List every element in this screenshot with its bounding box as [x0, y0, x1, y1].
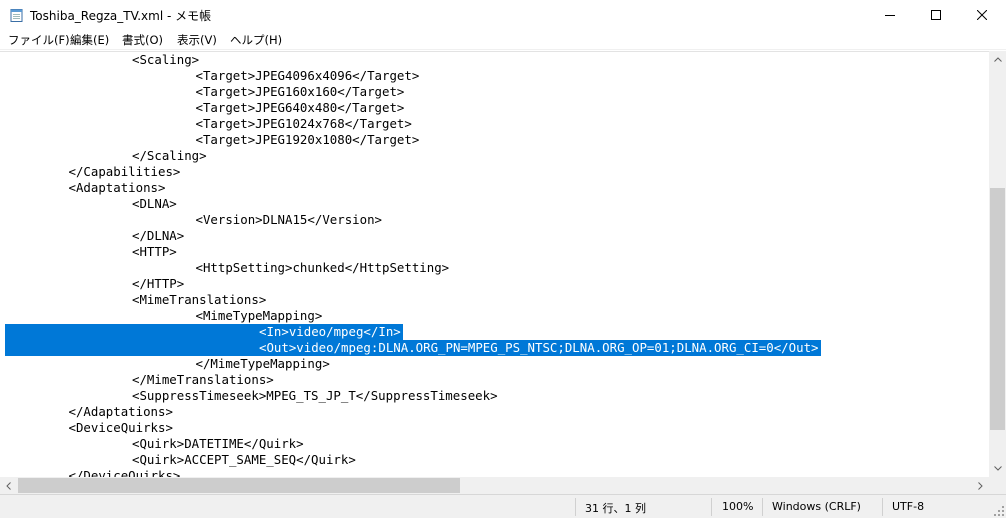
text-line[interactable]: <DeviceQuirks> — [69, 420, 173, 436]
minimize-button[interactable] — [867, 0, 913, 30]
text-editor[interactable]: <Scaling> <Target>JPEG4096x4096</Target> <… — [0, 51, 989, 477]
text-line[interactable]: </DeviceQuirks> — [69, 468, 181, 477]
minimize-icon — [885, 15, 895, 16]
scroll-up-button[interactable] — [989, 51, 1006, 68]
maximize-icon — [931, 10, 941, 20]
close-icon — [977, 10, 987, 20]
menu-file[interactable]: ファイル(F) — [8, 32, 70, 48]
window-title: Toshiba_Regza_TV.xml - メモ帳 — [30, 9, 212, 23]
text-line[interactable]: <Target>JPEG1024x768</Target> — [196, 116, 412, 132]
scrollbar-corner — [989, 477, 1006, 494]
text-line[interactable]: <SuppressTimeseek>MPEG_TS_JP_T</Suppress… — [132, 388, 498, 404]
scroll-left-button[interactable] — [0, 477, 17, 494]
text-line[interactable]: <MimeTypeMapping> — [196, 308, 323, 324]
text-line[interactable]: </HTTP> — [132, 276, 184, 292]
text-line[interactable]: <Scaling> — [132, 52, 199, 68]
chevron-up-icon — [993, 57, 1002, 62]
maximize-button[interactable] — [913, 0, 959, 30]
line-ending: Windows (CRLF) — [772, 500, 861, 513]
menu-bar: ファイル(F) 編集(E) 書式(O) 表示(V) ヘルプ(H) — [0, 30, 1006, 50]
resize-grip-icon[interactable] — [994, 506, 1004, 516]
text-line[interactable]: <Adaptations> — [69, 180, 166, 196]
status-divider — [882, 498, 883, 516]
text-line[interactable]: <MimeTranslations> — [132, 292, 266, 308]
text-line[interactable]: <Quirk>ACCEPT_SAME_SEQ</Quirk> — [132, 452, 356, 468]
text-line[interactable]: <HttpSetting>chunked</HttpSetting> — [196, 260, 450, 276]
menu-format[interactable]: 書式(O) — [122, 32, 163, 48]
status-divider — [575, 498, 576, 516]
close-button[interactable] — [959, 0, 1005, 30]
text-line[interactable]: <DLNA> — [132, 196, 177, 212]
encoding: UTF-8 — [892, 500, 925, 513]
title-bar[interactable]: Toshiba_Regza_TV.xml - メモ帳 — [0, 0, 1006, 30]
text-line[interactable]: </MimeTypeMapping> — [196, 356, 330, 372]
scroll-down-button[interactable] — [989, 460, 1006, 477]
menu-edit[interactable]: 編集(E) — [70, 32, 109, 48]
text-line[interactable]: </Scaling> — [132, 148, 207, 164]
chevron-right-icon — [978, 481, 983, 490]
text-line[interactable]: </Capabilities> — [69, 164, 181, 180]
text-line[interactable]: <Quirk>DATETIME</Quirk> — [132, 436, 304, 452]
text-line[interactable]: <HTTP> — [132, 244, 177, 260]
text-line[interactable]: <Target>JPEG160x160</Target> — [196, 84, 405, 100]
text-line[interactable]: <Out>video/mpeg:DLNA.ORG_PN=MPEG_PS_NTSC… — [259, 340, 819, 356]
menu-view[interactable]: 表示(V) — [177, 32, 217, 48]
text-line[interactable]: <In>video/mpeg</In> — [259, 324, 401, 340]
text-line[interactable]: <Target>JPEG4096x4096</Target> — [196, 68, 420, 84]
text-line[interactable]: <Target>JPEG640x480</Target> — [196, 100, 405, 116]
vertical-scrollbar[interactable] — [989, 51, 1006, 477]
zoom-level: 100% — [722, 500, 754, 513]
status-divider — [762, 498, 763, 516]
chevron-down-icon — [993, 466, 1002, 471]
horizontal-scrollbar[interactable] — [0, 477, 989, 494]
menu-help[interactable]: ヘルプ(H) — [230, 32, 282, 48]
cursor-position: 31 行、1 列 — [585, 502, 646, 515]
chevron-left-icon — [6, 481, 11, 490]
notepad-icon — [10, 9, 23, 22]
status-bar: 31 行、1 列 100% Windows (CRLF) UTF-8 — [0, 494, 1006, 518]
text-line[interactable]: <Target>JPEG1920x1080</Target> — [196, 132, 420, 148]
text-line[interactable]: </MimeTranslations> — [132, 372, 274, 388]
text-line[interactable]: <Version>DLNA15</Version> — [196, 212, 383, 228]
text-line[interactable]: </DLNA> — [132, 228, 184, 244]
status-divider — [711, 498, 712, 516]
vertical-scroll-thumb[interactable] — [990, 188, 1005, 430]
scroll-right-button[interactable] — [972, 477, 989, 494]
text-line[interactable]: </Adaptations> — [69, 404, 173, 420]
horizontal-scroll-thumb[interactable] — [18, 478, 460, 493]
